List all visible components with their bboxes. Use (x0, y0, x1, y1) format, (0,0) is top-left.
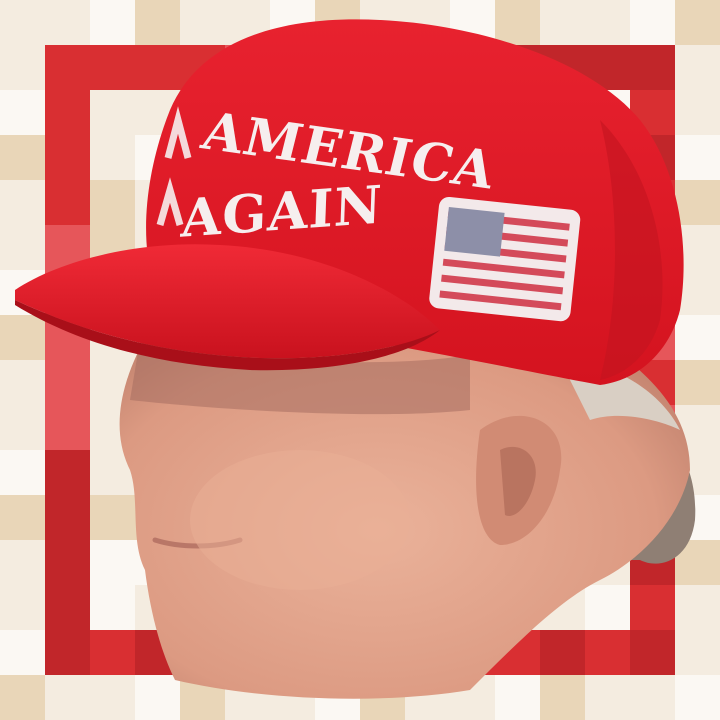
flag-patch (429, 196, 581, 322)
cheek (190, 450, 410, 590)
head-figure: AMERICA AGAIN (15, 19, 696, 699)
picture: AMERICA AGAIN (0, 0, 720, 720)
flag-canton (444, 206, 505, 257)
